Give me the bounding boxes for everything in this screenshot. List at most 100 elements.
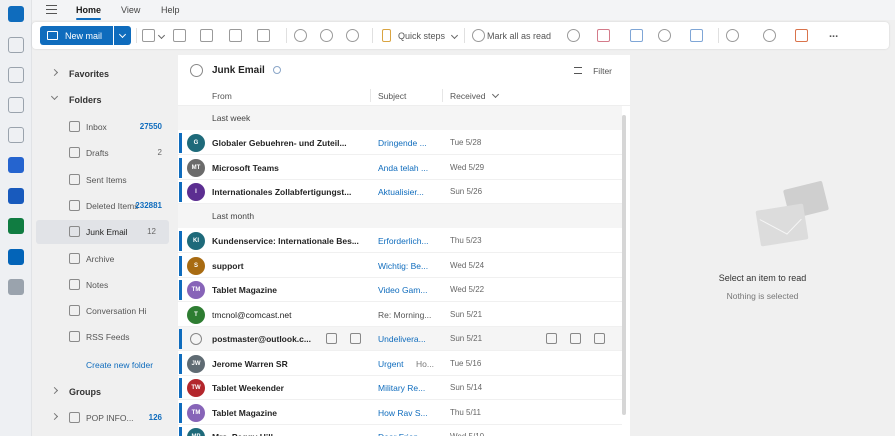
message-row[interactable]: Ssupport Wichtig: Be... Wed 5/24 (178, 254, 622, 278)
select-all-checkbox[interactable] (190, 64, 203, 77)
folder-label: Conversation History (86, 306, 146, 317)
message-row[interactable]: TM Tablet Magazine Video Gam... Wed 5/22 (178, 278, 622, 302)
column-subject[interactable]: Subject (378, 91, 406, 101)
message-sender: Mrs. Peggy Hill (212, 432, 362, 436)
addins-icon[interactable] (795, 29, 808, 42)
excel-app-icon[interactable] (8, 218, 24, 234)
filter-icon[interactable] (574, 67, 582, 74)
folder-item-rss-feeds[interactable]: RSS Feeds (32, 325, 172, 349)
reading-pane-title: Select an item to read (718, 273, 807, 283)
folder-item-inbox[interactable]: Inbox 27550 (32, 115, 172, 139)
message-row[interactable]: Ttmcnol@comcast.net Re: Morning... Sun 5/2… (178, 303, 622, 327)
forward-icon[interactable] (346, 29, 359, 42)
more-options-button[interactable]: ... (829, 28, 838, 40)
tab-home[interactable]: Home (76, 5, 102, 20)
avatar: I (187, 183, 205, 201)
word-app-icon[interactable] (8, 188, 24, 204)
onedrive-app-icon[interactable] (8, 249, 24, 265)
tab-help[interactable]: Help (161, 5, 180, 15)
ribbon-divider (136, 28, 137, 43)
message-row[interactable]: postmaster@outlook.c... Undelivera... Sun … (178, 327, 622, 351)
quick-steps-icon[interactable] (382, 29, 391, 42)
immersive-reader-icon[interactable] (726, 29, 739, 42)
folders-section-header[interactable]: Folders (32, 88, 172, 112)
message-sender: Globaler Gebuehren- und Zuteil... (212, 138, 347, 148)
mark-all-read-button[interactable]: Mark all as read (487, 31, 551, 41)
message-row[interactable]: KI Kundenservice: Internationale Bes... Er… (178, 229, 622, 253)
files-app-icon[interactable] (8, 127, 24, 143)
undo-icon[interactable] (763, 29, 776, 42)
message-row[interactable]: MP Mrs. Peggy Hill Dear Frien... Wed 5/10 (178, 425, 622, 436)
create-new-folder-link[interactable]: Create new folder (32, 353, 172, 377)
mark-read-icon[interactable] (546, 333, 557, 344)
scrollbar[interactable] (622, 115, 626, 415)
hamburger-menu-icon[interactable] (46, 5, 57, 14)
avatar: T (187, 305, 205, 324)
sort-chevron-icon[interactable] (491, 90, 500, 99)
message-row[interactable]: JW Jerome Warren SR Urgent Ho... Tue 5/16 (178, 352, 622, 376)
folder-item-drafts[interactable]: Drafts 2 (32, 141, 172, 165)
flag-icon[interactable] (597, 29, 610, 42)
folder-title: Junk Email (212, 65, 265, 76)
tab-view[interactable]: View (121, 5, 140, 15)
snooze-icon[interactable] (658, 29, 671, 42)
archive-icon[interactable] (173, 29, 186, 42)
chevron-right-icon[interactable] (50, 386, 59, 395)
unread-indicator (179, 329, 182, 349)
message-row[interactable]: I Internationales Zollabfertigungst... Akt… (178, 180, 622, 204)
favorites-section-header-label: Favorites (69, 69, 110, 79)
move-to-icon[interactable] (257, 29, 270, 42)
groups-section-header[interactable]: Groups (32, 380, 172, 404)
chevron-right-icon[interactable] (50, 412, 59, 421)
new-mail-button[interactable]: New mail (40, 26, 113, 45)
quick-steps-button[interactable]: Quick steps (398, 31, 445, 41)
folder-pane: Favorites Folders Inbox 27550 Drafts 2 Sent It… (32, 55, 172, 436)
mail-app-icon[interactable] (8, 6, 24, 22)
notes-icon (69, 278, 80, 290)
chevron-down-icon[interactable] (450, 31, 459, 40)
message-row[interactable]: TM Tablet Magazine How Rav S... Thu 5/11 (178, 401, 622, 425)
groups-app-icon[interactable] (8, 97, 24, 113)
row-select-checkbox[interactable] (190, 333, 202, 345)
filter-button[interactable]: Filter (593, 66, 612, 76)
favorites-section-header[interactable]: Favorites (32, 62, 172, 86)
pin-icon[interactable] (630, 29, 643, 42)
folder-item-deleted-items[interactable]: Deleted Items 232881 (32, 194, 172, 218)
chevron-down-icon[interactable] (157, 31, 166, 40)
report-icon[interactable] (200, 29, 213, 42)
create-new-folder-label: Create new folder (86, 360, 154, 370)
folder-item-archive[interactable]: Archive (32, 247, 172, 271)
chevron-down-icon[interactable] (50, 92, 59, 101)
calendar-app-icon[interactable] (8, 37, 24, 53)
avatar: TM (187, 281, 205, 299)
sweep-icon[interactable] (229, 29, 242, 42)
folder-item-junk-email[interactable]: Junk Email 12 (36, 220, 169, 245)
folder-item-conversation-history[interactable]: Conversation History (32, 299, 172, 323)
people-app-icon[interactable] (8, 67, 24, 83)
delete-icon[interactable] (594, 333, 605, 344)
column-from[interactable]: From (212, 91, 232, 101)
delete-icon[interactable] (142, 29, 155, 42)
new-mail-dropdown-button[interactable] (114, 26, 131, 45)
message-row[interactable]: MT Microsoft Teams Anda telah ... Wed 5/29 (178, 156, 622, 180)
unread-icon[interactable] (567, 29, 580, 42)
more-apps-icon[interactable] (8, 279, 24, 295)
message-row[interactable]: G Globaler Gebuehren- und Zuteil... Dringe… (178, 131, 622, 155)
folder-label: Drafts (86, 148, 109, 159)
chevron-right-icon[interactable] (50, 68, 59, 77)
reply-icon[interactable] (294, 29, 307, 42)
categorize-icon[interactable] (690, 29, 703, 42)
column-received[interactable]: Received (450, 91, 485, 101)
folder-item-sent-items[interactable]: Sent Items (32, 168, 172, 192)
favorite-star-icon[interactable] (273, 66, 281, 74)
message-row[interactable]: TW Tablet Weekender Military Re... Sun 5/14 (178, 376, 622, 400)
reply-all-icon[interactable] (320, 29, 333, 42)
reading-pane-subtitle: Nothing is selected (726, 291, 799, 301)
mark-read-icon[interactable] (472, 29, 485, 42)
group-item[interactable]: POP INFO... 126 (32, 406, 172, 430)
flag-icon[interactable] (570, 333, 581, 344)
folder-item-notes[interactable]: Notes (32, 273, 172, 297)
todo-app-icon[interactable] (8, 157, 24, 173)
message-sender: support (212, 260, 244, 271)
message-sender: Kundenservice: Internationale Bes... (212, 236, 359, 246)
